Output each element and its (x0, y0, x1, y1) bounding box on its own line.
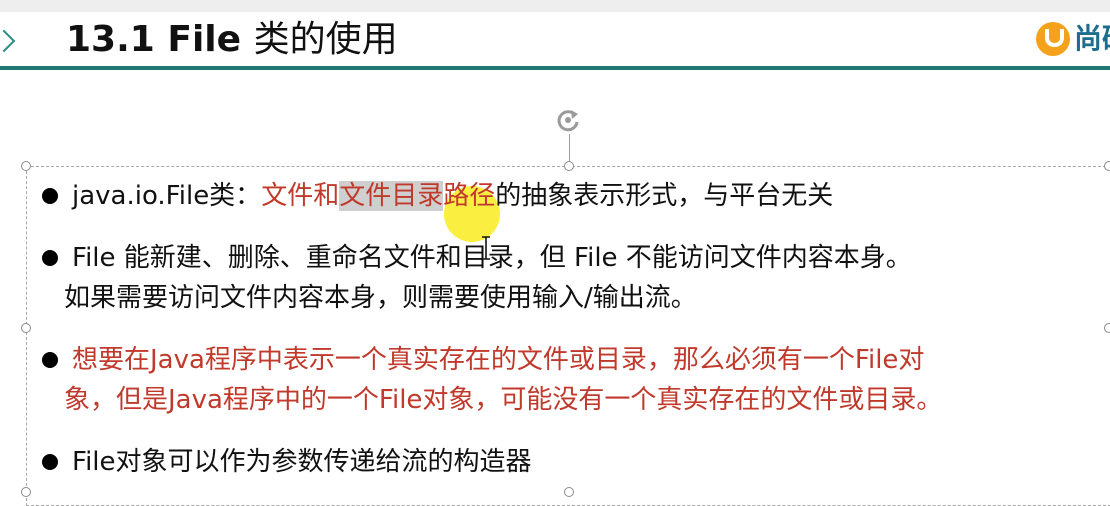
bullet-file-capabilities[interactable]: File 能新建、删除、重命名文件和目录，但 File 不能访问文件内容本身。 … (40, 238, 1110, 318)
bullet-red-text: 路径 (443, 181, 496, 211)
bullet-dot-icon (42, 454, 58, 470)
bullet-text: java.io.File类： (72, 181, 262, 211)
resize-handle-top-left[interactable] (21, 161, 31, 171)
bullet-file-stream-param[interactable]: File对象可以作为参数传递给流的构造器 (40, 442, 1110, 482)
bullet-selected-text[interactable]: 文件目录 (339, 181, 444, 211)
slide-title: 13.1 File 类的使用 (66, 18, 398, 62)
window-top-strip (0, 0, 1110, 12)
bullet-dot-icon (42, 250, 58, 266)
bullet-list: java.io.File类：文件和文件目录路径的抽象表示形式，与平台无关 Fil… (40, 176, 1110, 482)
bullet-dot-icon (42, 352, 58, 368)
resize-handle-bottom-left[interactable] (21, 487, 31, 497)
bullet-line-1: File对象可以作为参数传递给流的构造器 (72, 447, 532, 477)
logo-text: 尚硅 (1074, 22, 1110, 55)
header-divider (0, 66, 1110, 70)
resize-handle-top-right[interactable] (1104, 161, 1110, 171)
title-cn: 类的使用 (253, 19, 398, 60)
bullet-file-object[interactable]: 想要在Java程序中表示一个真实存在的文件或目录，那么必须有一个File对 象，… (40, 340, 1110, 420)
bullet-red-text: 文件和 (261, 181, 340, 211)
resize-handle-top-center[interactable] (564, 161, 574, 171)
brand-logo: 尚硅 (1036, 20, 1110, 58)
slide-header: 13.1 File 类的使用 尚硅 (0, 12, 1110, 66)
bullet-line-2: 如果需要访问文件内容本身，则需要使用输入/输出流。 (64, 283, 697, 313)
bullet-line-2: 象，但是Java程序中的一个File对象，可能没有一个真实存在的文件或目录。 (64, 385, 943, 415)
title-word: File (167, 19, 242, 60)
bullet-text: 的抽象表示形式，与平台无关 (495, 181, 834, 211)
bullet-line-1: File 能新建、删除、重命名文件和目录，但 File 不能访问文件内容本身。 (72, 243, 912, 273)
rotate-stem (569, 134, 570, 162)
title-number: 13.1 (66, 19, 155, 60)
resize-handle-middle-left[interactable] (21, 323, 31, 333)
bullet-dot-icon (42, 188, 58, 204)
text-cursor-icon (482, 236, 490, 260)
chevron-right-icon[interactable] (0, 29, 16, 53)
brand-logo-icon (1036, 22, 1070, 56)
bullet-line-1: 想要在Java程序中表示一个真实存在的文件或目录，那么必须有一个File对 (72, 345, 925, 375)
bullet-file-definition[interactable]: java.io.File类：文件和文件目录路径的抽象表示形式，与平台无关 (40, 176, 1110, 216)
resize-handle-bottom-center[interactable] (564, 487, 574, 497)
rotate-handle-icon[interactable] (553, 105, 583, 135)
